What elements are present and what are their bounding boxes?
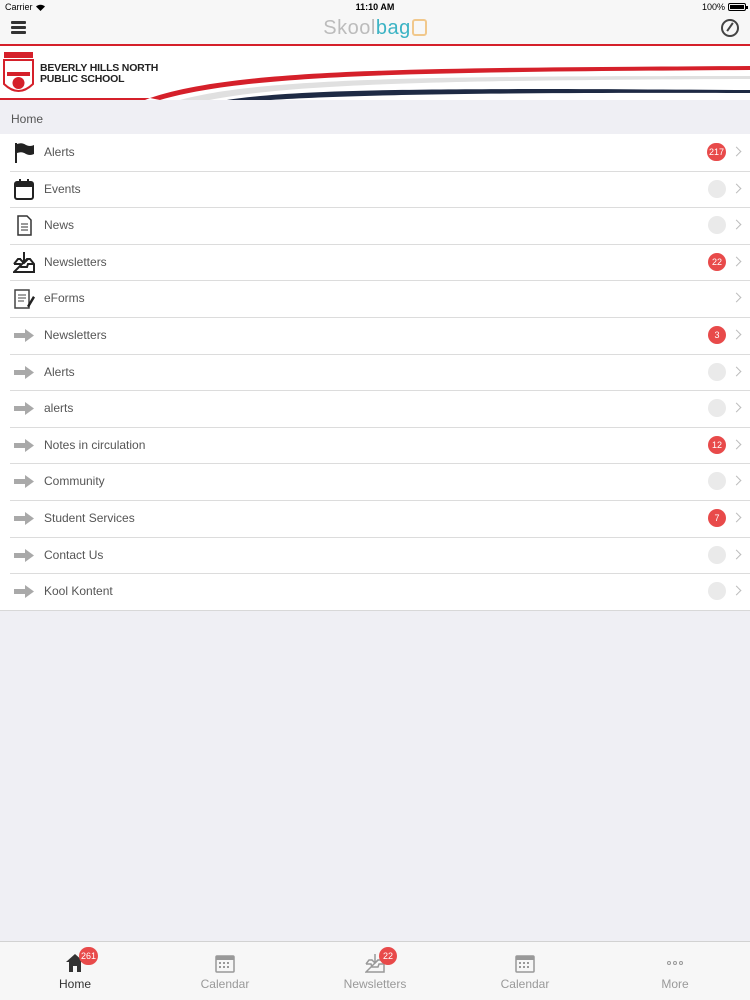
tab-home[interactable]: 261 Home: [0, 942, 150, 1000]
count-badge: [708, 582, 726, 601]
inbox-download-icon: [11, 251, 35, 273]
menu-item-alerts[interactable]: Alerts 217: [0, 134, 750, 171]
menu-item-label: Community: [44, 474, 105, 489]
chevron-right-icon: [731, 402, 742, 413]
school-name-line2: PUBLIC SCHOOL: [40, 73, 125, 85]
breadcrumb: Home: [0, 100, 750, 134]
menu-item-news[interactable]: News: [0, 207, 750, 244]
arrow-right-icon: [13, 545, 35, 566]
menu-item-events[interactable]: Events: [0, 170, 750, 208]
count-badge: 7: [708, 508, 726, 527]
count-badge: [708, 216, 726, 235]
tab-count-badge: 261: [79, 947, 99, 965]
menu-item-label: Kool Kontent: [44, 584, 113, 599]
menu-item-alerts[interactable]: alerts: [0, 390, 750, 427]
menu-item-label: Student Services: [44, 510, 135, 525]
status-time: 11:10 AM: [355, 2, 395, 12]
tab-calendar[interactable]: Calendar: [450, 942, 600, 1000]
tab-calendar[interactable]: Calendar: [150, 942, 300, 1000]
more-dots-icon: [665, 953, 685, 973]
battery-icon: [728, 3, 748, 11]
tab-label: More: [661, 977, 689, 991]
count-badge: [708, 179, 726, 198]
tab-more[interactable]: More: [600, 942, 750, 1000]
school-crest-logo: [3, 52, 34, 92]
calendar-icon: [13, 178, 35, 200]
menu-item-eforms[interactable]: eForms: [0, 280, 750, 317]
tab-label: Home: [58, 977, 91, 991]
sync-icon[interactable]: [721, 19, 739, 37]
battery-indicator: 100%: [701, 2, 748, 12]
arrow-right-icon: [13, 581, 35, 602]
logo-bag-text: bag: [375, 17, 411, 39]
school-banner: BEVERLY HILLS NORTH PUBLIC SCHOOL: [0, 44, 750, 100]
menu-item-label: Newsletters: [44, 254, 107, 269]
menu-item-student-services[interactable]: Student Services 7: [0, 499, 750, 537]
menu-item-newsletters[interactable]: Newsletters 22: [0, 243, 750, 281]
menu-list: Alerts 217 Events News Newsletters 22 eForms Ne…: [0, 134, 750, 611]
tab-count-badge: 22: [379, 947, 397, 965]
form-icon: [13, 288, 35, 310]
app-logo: Skoolbag: [0, 17, 750, 40]
menu-item-label: alerts: [44, 401, 74, 416]
chevron-right-icon: [731, 585, 742, 596]
book-icon: [411, 19, 427, 36]
menu-item-label: Events: [44, 181, 81, 196]
arrow-right-icon: [13, 325, 35, 346]
chevron-right-icon: [731, 219, 742, 230]
count-badge: [708, 545, 726, 564]
battery-percent: 100%: [701, 2, 725, 12]
count-badge: 3: [708, 325, 726, 344]
count-badge: [708, 472, 726, 491]
menu-item-contact-us[interactable]: Contact Us: [0, 536, 750, 574]
menu-item-community[interactable]: Community: [0, 463, 750, 500]
arrow-right-icon: [13, 508, 35, 529]
count-badge: 12: [708, 435, 726, 454]
chevron-right-icon: [731, 512, 742, 523]
menu-item-newsletters[interactable]: Newsletters 3: [0, 316, 750, 354]
menu-item-label: Notes in circulation: [44, 437, 146, 452]
count-badge: [708, 362, 726, 381]
document-icon: [13, 215, 35, 236]
tab-label: Newsletters: [343, 977, 407, 991]
chevron-right-icon: [731, 549, 742, 559]
arrow-right-icon: [13, 435, 35, 456]
menu-item-label: Contact Us: [44, 547, 104, 562]
calendar-icon: [515, 953, 535, 973]
menu-item-label: eForms: [44, 291, 85, 306]
menu-item-label: Alerts: [44, 145, 75, 159]
count-badge: [708, 399, 726, 418]
chevron-right-icon: [731, 256, 742, 267]
school-name: BEVERLY HILLS NORTH PUBLIC SCHOOL: [40, 63, 158, 85]
menu-item-alerts[interactable]: Alerts: [0, 353, 750, 391]
count-badge: 217: [706, 143, 726, 161]
chevron-right-icon: [731, 475, 742, 486]
flag-icon: [13, 142, 35, 163]
menu-item-notes-in-circulation[interactable]: Notes in circulation 12: [0, 426, 750, 464]
tab-bar: 261 Home Calendar 22 Newsletters Calendar More: [0, 941, 750, 1000]
chevron-right-icon: [731, 292, 742, 303]
chevron-right-icon: [731, 366, 742, 377]
calendar-icon: [215, 953, 235, 973]
logo-skool-text: Skool: [323, 17, 376, 39]
arrow-right-icon: [13, 362, 35, 383]
menu-item-label: News: [44, 218, 75, 233]
menu-item-label: Newsletters: [44, 327, 107, 342]
navigation-bar: Skoolbag: [0, 14, 750, 44]
chevron-right-icon: [731, 439, 742, 450]
tab-label: Calendar: [500, 977, 550, 991]
menu-item-label: Alerts: [44, 364, 75, 379]
chevron-right-icon: [731, 146, 742, 157]
count-badge: 22: [708, 252, 726, 271]
arrow-right-icon: [13, 398, 35, 419]
arrow-right-icon: [13, 471, 35, 492]
chevron-right-icon: [731, 183, 742, 194]
menu-item-kool-kontent[interactable]: Kool Kontent: [0, 573, 750, 610]
tab-label: Calendar: [200, 977, 250, 991]
tab-newsletters[interactable]: 22 Newsletters: [300, 942, 450, 1000]
status-bar: Carrier 11:10 AM 100%: [0, 0, 750, 14]
chevron-right-icon: [731, 329, 742, 340]
